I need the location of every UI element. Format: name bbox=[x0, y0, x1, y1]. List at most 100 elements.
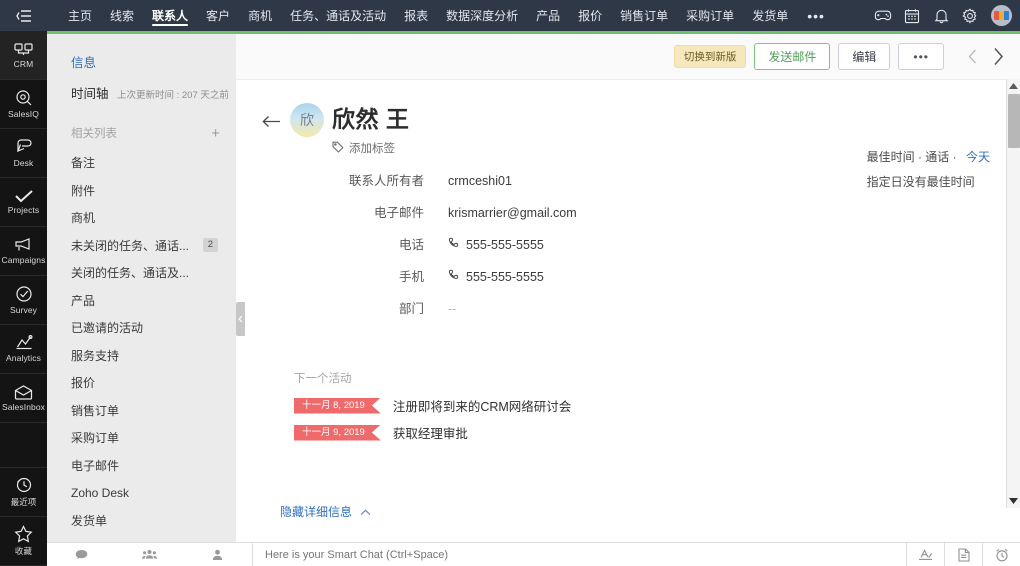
sidebar-item-label: 收藏 bbox=[15, 545, 32, 557]
sidebar-item-analytics[interactable]: Analytics bbox=[0, 325, 47, 374]
tab-deals[interactable]: 商机 bbox=[239, 0, 281, 31]
hamburger-icon[interactable] bbox=[0, 0, 47, 31]
tab-home[interactable]: 主页 bbox=[59, 0, 101, 31]
gamepad-icon[interactable] bbox=[870, 3, 896, 29]
timeline-sublabel: 上次更新时间 : 207 天之前 bbox=[117, 90, 229, 101]
tab-products[interactable]: 产品 bbox=[527, 0, 569, 31]
list-item[interactable]: 商机 bbox=[47, 204, 236, 232]
field-value[interactable]: crmceshi01 bbox=[448, 174, 512, 188]
list-item[interactable]: Zoho Desk bbox=[47, 479, 236, 507]
list-item[interactable]: 报价 bbox=[47, 369, 236, 397]
bottom-bar-right-icons bbox=[906, 543, 1020, 566]
list-item[interactable]: 服务支持 bbox=[47, 342, 236, 370]
avatar: 欣 bbox=[290, 103, 324, 137]
list-item[interactable]: 采购订单 bbox=[47, 424, 236, 452]
switch-to-new-version-button[interactable]: 切换到新版 bbox=[674, 45, 747, 68]
vertical-scrollbar[interactable] bbox=[1006, 79, 1020, 508]
sidebar-item-campaigns[interactable]: Campaigns bbox=[0, 227, 47, 276]
list-item[interactable]: 已邀请的活动 bbox=[47, 314, 236, 342]
panel-link-info[interactable]: 信息 bbox=[47, 50, 236, 83]
tab-reports[interactable]: 报表 bbox=[395, 0, 437, 31]
more-actions-button[interactable]: ••• bbox=[898, 43, 944, 70]
list-item[interactable]: 产品 bbox=[47, 287, 236, 315]
tab-accounts[interactable]: 客户 bbox=[197, 0, 239, 31]
signature-icon[interactable] bbox=[906, 543, 944, 566]
avatar-initial: 欣 bbox=[300, 110, 314, 130]
list-item[interactable]: 未关闭的任务、通话... 2 bbox=[47, 232, 236, 260]
edit-button[interactable]: 编辑 bbox=[838, 43, 890, 70]
add-tag-button[interactable]: 添加标签 bbox=[332, 140, 409, 156]
search-input[interactable] bbox=[265, 549, 906, 561]
tab-purchase-orders[interactable]: 采购订单 bbox=[677, 0, 743, 31]
avatar-image bbox=[994, 11, 1009, 20]
phone-icon bbox=[448, 237, 460, 252]
list-item[interactable]: 备注 bbox=[47, 149, 236, 177]
field-value[interactable]: 555-555-5555 bbox=[448, 237, 544, 252]
hide-details-label: 隐藏详细信息 bbox=[280, 503, 352, 520]
nav-more-button[interactable]: ••• bbox=[797, 0, 835, 31]
sidebar-item-favorites[interactable]: 收藏 bbox=[0, 517, 47, 566]
tab-quotes[interactable]: 报价 bbox=[569, 0, 611, 31]
field-value[interactable]: krismarrier@gmail.com bbox=[448, 206, 577, 220]
hide-details-button[interactable]: 隐藏详细信息 bbox=[280, 503, 371, 520]
field-label: 部门 bbox=[258, 298, 448, 317]
tab-analytics[interactable]: 数据深度分析 bbox=[437, 0, 527, 31]
chat-bubble-icon[interactable] bbox=[47, 549, 115, 561]
tab-sales-orders[interactable]: 销售订单 bbox=[611, 0, 677, 31]
list-item[interactable]: 销售订单 bbox=[47, 397, 236, 425]
best-time-today-link[interactable]: 今天 bbox=[966, 150, 990, 164]
chevron-right-icon[interactable] bbox=[986, 43, 1010, 71]
document-icon[interactable] bbox=[944, 543, 982, 566]
plus-icon[interactable]: + bbox=[211, 126, 220, 141]
panel-collapse-handle[interactable] bbox=[236, 302, 245, 336]
tag-icon bbox=[332, 141, 344, 156]
sidebar-item-survey[interactable]: Survey bbox=[0, 276, 47, 325]
gear-icon[interactable] bbox=[957, 3, 983, 29]
group-users-icon[interactable] bbox=[115, 549, 183, 561]
list-item[interactable]: 发货单 bbox=[47, 507, 236, 535]
contact-name-block: 欣然 王 添加标签 bbox=[332, 98, 409, 156]
bell-icon[interactable] bbox=[928, 3, 954, 29]
field-row: 手机 555-555-5555 bbox=[258, 266, 998, 298]
activity-title[interactable]: 注册即将到来的CRM网络研讨会 bbox=[393, 396, 571, 415]
tab-leads[interactable]: 线索 bbox=[101, 0, 143, 31]
field-label: 电子邮件 bbox=[258, 202, 448, 221]
scroll-up-arrow-icon[interactable] bbox=[1007, 79, 1020, 93]
field-label: 手机 bbox=[258, 266, 448, 285]
tab-activities[interactable]: 任务、通话及活动 bbox=[281, 0, 395, 31]
back-arrow-icon[interactable] bbox=[258, 108, 284, 134]
tab-contacts[interactable]: 联系人 bbox=[143, 0, 197, 31]
sidebar-item-recent[interactable]: 最近项 bbox=[0, 468, 47, 517]
activity-title[interactable]: 获取经理审批 bbox=[393, 423, 468, 442]
send-mail-button[interactable]: 发送邮件 bbox=[754, 43, 830, 70]
user-avatar[interactable] bbox=[991, 5, 1012, 26]
tab-invoices[interactable]: 发货单 bbox=[743, 0, 797, 31]
single-user-icon[interactable] bbox=[184, 549, 252, 561]
list-item[interactable]: 关闭的任务、通话及... bbox=[47, 259, 236, 287]
sidebar-item-desk[interactable]: Desk bbox=[0, 129, 47, 178]
list-item[interactable]: 附件 bbox=[47, 177, 236, 205]
panel-link-timeline[interactable]: 时间轴 上次更新时间 : 207 天之前 bbox=[47, 83, 236, 119]
smart-chat-field[interactable] bbox=[252, 543, 906, 566]
scroll-down-arrow-icon[interactable] bbox=[1007, 494, 1020, 508]
sidebar-item-salesiq[interactable]: SalesIQ bbox=[0, 80, 47, 129]
megaphone-icon bbox=[14, 237, 34, 253]
scrollbar-thumb[interactable] bbox=[1008, 94, 1020, 148]
chevron-left-icon[interactable] bbox=[960, 43, 984, 71]
list-item[interactable]: 电子邮件 bbox=[47, 452, 236, 480]
sidebar-item-label: Analytics bbox=[6, 353, 41, 363]
sidebar-item-label: 最近项 bbox=[11, 496, 37, 508]
field-value[interactable]: -- bbox=[448, 302, 456, 316]
sidebar-item-projects[interactable]: Projects bbox=[0, 178, 47, 227]
calendar-icon[interactable] bbox=[899, 3, 925, 29]
field-value-text: krismarrier@gmail.com bbox=[448, 206, 577, 220]
field-value[interactable]: 555-555-5555 bbox=[448, 269, 544, 284]
alarm-clock-icon[interactable] bbox=[982, 543, 1020, 566]
sidebar-item-crm[interactable]: CRM bbox=[0, 31, 47, 80]
sidebar-item-salesinbox[interactable]: SalesInbox bbox=[0, 374, 47, 423]
top-navigation: 主页 线索 联系人 客户 商机 任务、通话及活动 报表 数据深度分析 产品 报价… bbox=[47, 0, 1020, 31]
activity-date-badge: 十一月 9, 2019 bbox=[294, 425, 381, 441]
field-row: 电子邮件 krismarrier@gmail.com bbox=[258, 202, 998, 234]
list-item-label: 电子邮件 bbox=[71, 457, 119, 474]
field-label: 电话 bbox=[258, 234, 448, 253]
